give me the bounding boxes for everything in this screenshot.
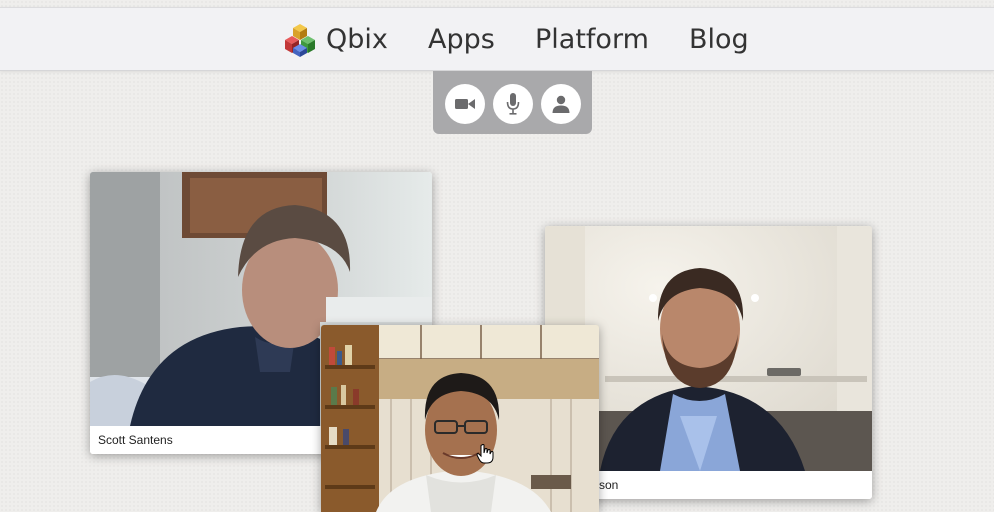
participant-video-tile[interactable] (321, 325, 599, 512)
camera-toggle-button[interactable] (445, 84, 485, 124)
video-camera-icon (455, 99, 475, 109)
microphone-toggle-button[interactable] (493, 84, 533, 124)
microphone-icon (506, 93, 520, 115)
hand-cursor-icon (476, 444, 494, 464)
nav-blog-link[interactable]: Blog (689, 22, 749, 58)
call-controls-panel (433, 71, 592, 134)
qbix-logo-icon (285, 24, 315, 57)
participant-button[interactable] (541, 84, 581, 124)
nav-platform-link[interactable]: Platform (535, 22, 649, 58)
video-feed (321, 325, 599, 512)
brand-link[interactable]: Qbix (282, 22, 388, 58)
user-icon (552, 95, 570, 113)
top-navbar: Qbix Apps Platform Blog (0, 7, 994, 71)
brand-name: Qbix (326, 24, 388, 55)
nav-apps-link[interactable]: Apps (428, 22, 495, 58)
